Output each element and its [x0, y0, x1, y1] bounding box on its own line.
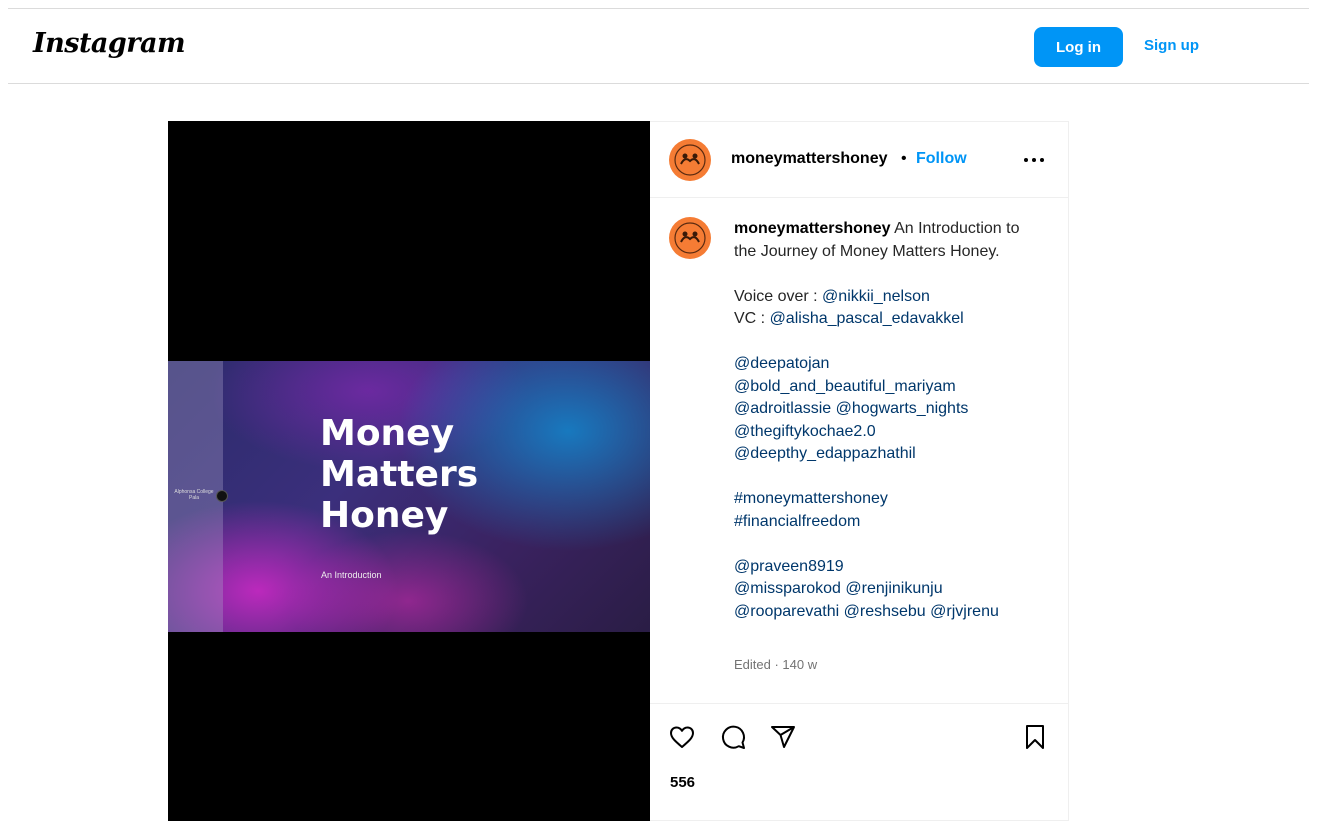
author-avatar[interactable]: [669, 139, 711, 181]
post-header: moneymattershoney • Follow: [650, 122, 1068, 198]
follow-button[interactable]: Follow: [916, 150, 967, 168]
post-actions: [650, 703, 1068, 784]
edited-timestamp[interactable]: Edited · 140 w: [734, 657, 817, 672]
caption-avatar[interactable]: [669, 217, 711, 259]
slide-subtitle: An Introduction: [321, 570, 382, 580]
mention-link[interactable]: @alisha_pascal_edavakkel: [770, 310, 964, 327]
college-logo-icon: [216, 490, 228, 502]
mention-link[interactable]: @bold_and_beautiful_mariyam: [734, 378, 956, 395]
hashtag-link[interactable]: #financialfreedom: [734, 513, 860, 530]
mention-link[interactable]: @nikkii_nelson: [822, 288, 930, 305]
login-button[interactable]: Log in: [1034, 27, 1123, 67]
post-caption: moneymattershoney An Introduction to the…: [734, 218, 1044, 623]
slide-title-line: Honey: [320, 495, 449, 536]
post-details-panel: moneymattershoney • Follow moneymattersh…: [650, 121, 1069, 821]
share-icon[interactable]: [768, 722, 798, 752]
mention-link[interactable]: @renjinikunju: [845, 580, 942, 597]
vc-label: VC :: [734, 310, 770, 327]
more-horizontal-icon[interactable]: [1022, 150, 1046, 170]
top-nav: Instagram Log in Sign up: [8, 9, 1309, 84]
author-username[interactable]: moneymattershoney: [731, 150, 888, 168]
signup-link[interactable]: Sign up: [1144, 37, 1199, 54]
voice-over-label: Voice over :: [734, 287, 823, 305]
mention-link[interactable]: @reshsebu: [844, 603, 926, 620]
mention-link[interactable]: @deepatojan: [734, 355, 829, 372]
mention-link[interactable]: @adroitlassie: [734, 400, 831, 417]
slide-college-name: Alphonsa College Pala: [174, 489, 214, 501]
mention-link[interactable]: @hogwarts_nights: [836, 400, 969, 417]
video-slide: Alphonsa College Pala Money Matters Hone…: [168, 361, 650, 632]
post-media[interactable]: Alphonsa College Pala Money Matters Hone…: [168, 121, 650, 821]
slide-title-line: Money: [320, 413, 455, 454]
mention-link[interactable]: @praveen8919: [734, 558, 844, 575]
separator-dot: •: [901, 150, 907, 167]
instagram-logo[interactable]: Instagram: [33, 28, 186, 59]
likes-count[interactable]: 556: [670, 774, 695, 791]
heart-icon[interactable]: [667, 722, 697, 752]
slide-title-line: Matters: [320, 454, 479, 495]
post: Alphonsa College Pala Money Matters Hone…: [168, 121, 1070, 821]
avatar-logo-icon: [674, 222, 706, 254]
avatar-logo-icon: [674, 144, 706, 176]
mention-link[interactable]: @rooparevathi: [734, 603, 839, 620]
comment-icon[interactable]: [718, 722, 748, 752]
hashtag-link[interactable]: #moneymattershoney: [734, 490, 888, 507]
mention-link[interactable]: @thegiftykochae2.0: [734, 423, 876, 440]
mention-link[interactable]: @rjvjrenu: [930, 603, 999, 620]
bookmark-icon[interactable]: [1020, 722, 1050, 752]
mention-link[interactable]: @deepthy_edappazhathil: [734, 445, 916, 462]
mention-link[interactable]: @missparokod: [734, 580, 841, 597]
slide-title: Money Matters Honey: [320, 413, 580, 536]
caption-username[interactable]: moneymattershoney: [734, 220, 891, 237]
